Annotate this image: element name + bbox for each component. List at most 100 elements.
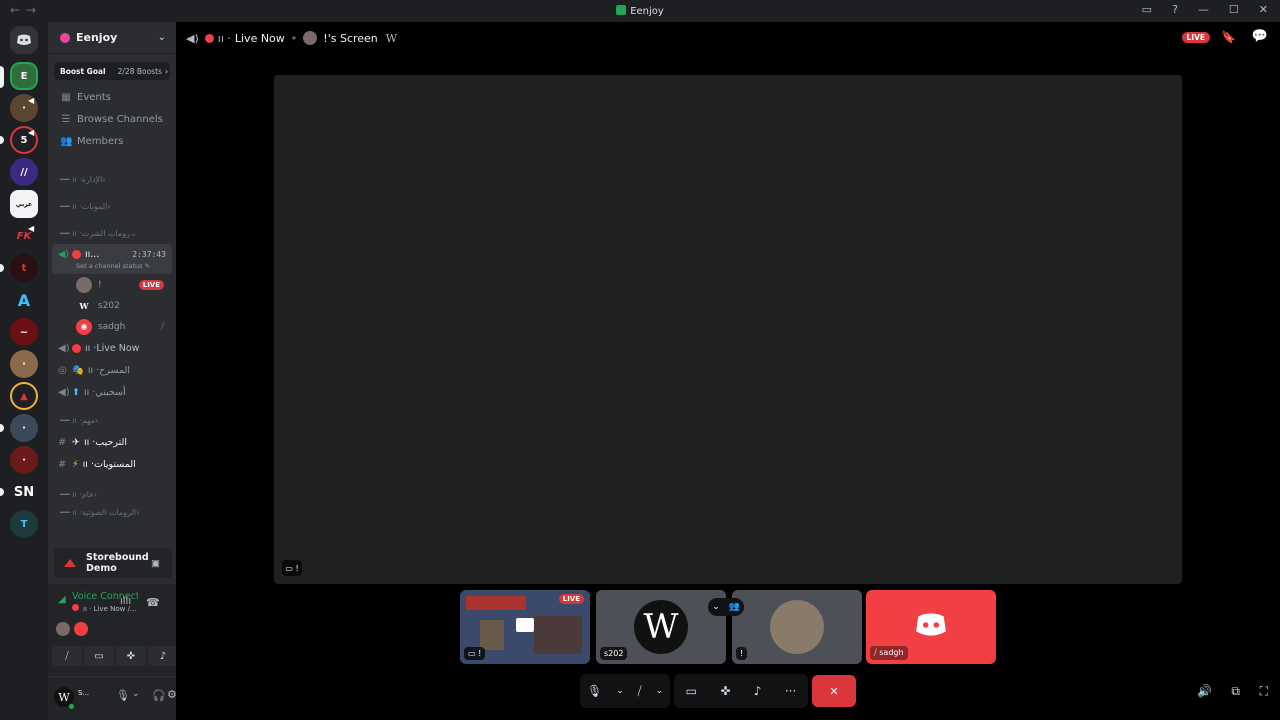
channel-live-now[interactable]: ◀) ıı · Live Now [48, 337, 176, 359]
volume-icon[interactable]: 🔊 [1197, 684, 1212, 698]
stream-viewport[interactable]: ▭ ! [274, 75, 1182, 584]
avatar [76, 276, 92, 293]
category-c5[interactable]: ━━ ıı · عام › [48, 483, 176, 505]
stream-info-chip[interactable]: ▭ ! [282, 560, 302, 576]
nav-browse-channels[interactable]: ☰ Browse Channels [48, 108, 176, 130]
server-name: Eenjoy [76, 31, 118, 44]
red-dot-icon [72, 249, 81, 259]
server-7[interactable]: t [10, 254, 38, 282]
camera-off-icon[interactable]: ⧸ [638, 684, 642, 699]
bookmark-icon[interactable]: 🔖 [1221, 30, 1236, 44]
speaker-icon: ◀ [28, 224, 35, 233]
tile-user-s202[interactable]: W s202 [596, 590, 726, 664]
channel-stage-1[interactable]: ◎ 🎭 ıı · المسرح [48, 359, 176, 381]
promo-action-icon[interactable]: ▣ [151, 558, 160, 569]
chevron-down-icon: ⌄ [712, 602, 720, 612]
activities-icon[interactable]: ✜ [720, 684, 730, 698]
headphones-icon[interactable]: 🎧 [152, 689, 166, 702]
inbox-icon[interactable]: ▭ [1142, 3, 1152, 16]
screen-share-button[interactable]: ▭ [84, 646, 114, 666]
server-eenjoy[interactable]: E [10, 62, 38, 90]
voice-connection-panel: ◢ Voice Connecte ıı · Live Now /... ıllı… [48, 584, 178, 676]
close-button[interactable]: ✕ [1259, 3, 1268, 16]
tile-label: ▭ ! [464, 647, 486, 660]
server-5[interactable]: عربي [10, 190, 38, 218]
chevron-down-icon[interactable]: ⌄ [132, 689, 140, 699]
screen-share-icon[interactable]: ▭ [686, 684, 697, 698]
camera-off-button[interactable]: ⧸ [52, 646, 82, 666]
server-8[interactable]: A [10, 286, 38, 314]
tile-label: s202 [600, 647, 628, 660]
voice-user-2[interactable]: Ws202 [48, 295, 176, 316]
category-c3[interactable]: ━━ ıı · رومات الشرت ⌄ [48, 222, 176, 244]
live-badge: LIVE [1181, 32, 1210, 43]
category-c4[interactable]: ━━ ıı · مهم › [48, 409, 176, 431]
category-c1[interactable]: ━━ ıı · الإدارة › [48, 168, 176, 190]
tile-user-bang[interactable]: ! [732, 590, 862, 664]
speaker-icon: ◀ [28, 96, 35, 105]
soundboard-icon[interactable]: ♪ [754, 684, 762, 698]
signal-icon: ◢ [58, 594, 66, 605]
fullscreen-icon[interactable]: ⛶ [1260, 684, 1268, 699]
red-dot-icon [204, 33, 214, 43]
server-11[interactable]: ▲ [10, 382, 38, 410]
disconnect-button[interactable]: ✕ [812, 675, 856, 707]
server-15[interactable]: T [10, 510, 38, 538]
avatar [56, 622, 70, 636]
red-dot-icon [72, 343, 81, 353]
server-4[interactable]: // [10, 158, 38, 186]
tile-stream-preview[interactable]: LIVE ▭ ! [460, 590, 590, 664]
disconnect-icon[interactable]: ☎ [146, 596, 160, 609]
unread-indicator [0, 488, 4, 496]
chat-bubble-icon[interactable]: 💬 [1252, 29, 1268, 44]
channel-welcome[interactable]: # ✈ ıı · الترحيب [48, 431, 176, 453]
avatar: ◉ [76, 318, 92, 335]
channel-stage-2[interactable]: ◀) ⬆ ıı · أسحبني [48, 381, 176, 403]
microphone-icon[interactable]: 🎙 [116, 689, 130, 702]
share-controls: ▭ ✜ ♪ ··· [674, 674, 808, 708]
participants-toggle[interactable]: ⌄ 👥 [708, 598, 744, 616]
category-c6[interactable]: ━━ ıı · الرومات الصوتية › [48, 505, 176, 519]
more-options-icon[interactable]: ··· [785, 684, 796, 698]
server-header[interactable]: Eenjoy ⌄ [48, 22, 176, 54]
channel-status-hint[interactable]: Set a channel status [76, 262, 143, 270]
soundboard-button[interactable]: ♪ [148, 646, 178, 666]
microphone-icon[interactable]: 🎙 [587, 684, 602, 698]
speaker-icon: ◀) [186, 31, 199, 45]
server-9[interactable]: ~ [10, 318, 38, 346]
window-controls: ▭ ? — ☐ ✕ [1142, 3, 1268, 16]
server-10[interactable]: · [10, 350, 38, 378]
noise-suppression-icon[interactable]: ıllı [120, 596, 131, 607]
chevron-down-icon[interactable]: ⌄ [616, 686, 624, 696]
nav-members[interactable]: 👥 Members [48, 130, 176, 152]
category-c2[interactable]: ━━ ıı · الموبات › [48, 195, 176, 217]
server-13[interactable]: · [10, 446, 38, 474]
bolt-icon: ⚡ [72, 458, 79, 470]
promo-banner[interactable]: Storebound Demo ▣ [54, 548, 172, 578]
home-button[interactable] [10, 26, 38, 54]
channel-levels[interactable]: # ⚡ ıı · المستويات [48, 453, 176, 475]
server-14[interactable]: SN [10, 478, 38, 506]
voice-user-1[interactable]: ! LIVE [48, 274, 176, 295]
maximize-button[interactable]: ☐ [1229, 3, 1239, 16]
boost-goal-bar[interactable]: Boost Goal 2/28 Boosts › [54, 62, 170, 80]
popout-icon[interactable]: ⧉ [1231, 684, 1240, 699]
call-channel-name[interactable]: Live Now [235, 32, 285, 45]
discord-logo-icon [17, 34, 31, 45]
help-icon[interactable]: ? [1172, 3, 1178, 16]
server-12[interactable]: · [10, 414, 38, 442]
arrow-up-icon: ⬆ [72, 386, 80, 398]
activities-button[interactable]: ✜ [116, 646, 146, 666]
calendar-icon: ▦ [61, 91, 71, 103]
tile-user-sadgh[interactable]: ⧸ sadgh [866, 590, 996, 664]
voice-timer: 2:37:43 [132, 249, 166, 259]
chevron-down-icon[interactable]: ⌄ [655, 686, 663, 696]
minimize-button[interactable]: — [1198, 3, 1209, 16]
avatar [74, 622, 88, 636]
app-icon [616, 5, 627, 15]
active-voice-channel[interactable]: ◀) ıı ... 2:37:43 Set a channel status ✎ [52, 244, 172, 274]
user-name[interactable]: S... [78, 689, 89, 697]
nav-events[interactable]: ▦ Events [48, 86, 176, 108]
stage-icon: ◎ [58, 364, 67, 376]
voice-user-3[interactable]: ◉ sadgh ⧸ [48, 316, 176, 337]
